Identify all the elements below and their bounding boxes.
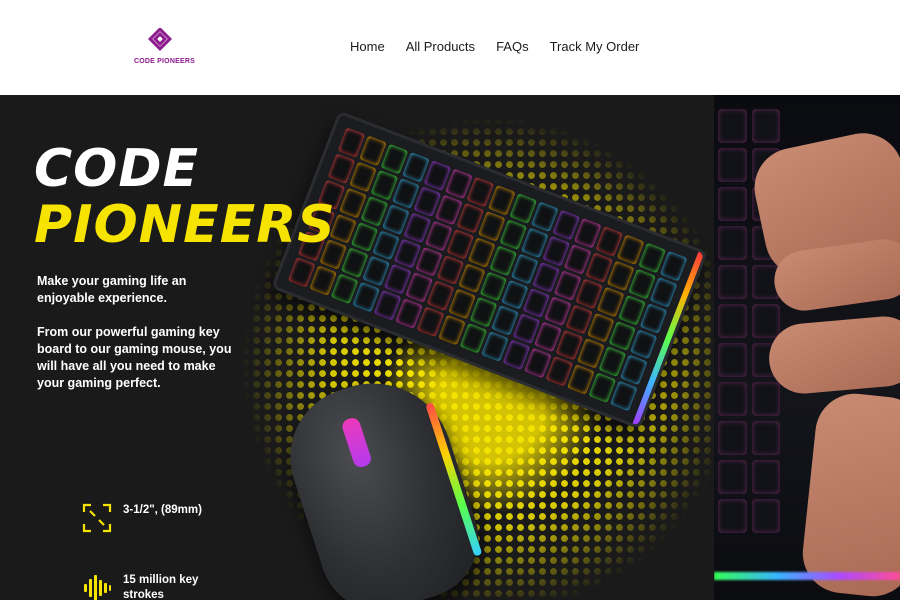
side-keycap [718,148,747,182]
hero-intro: Make your gaming life an enjoyable exper… [37,273,237,409]
hands-on-keyboard-photo [714,95,900,600]
sound-wave-icon [84,575,111,600]
hero-title-line-2: PIONEERS [34,195,336,255]
nav-track-my-order[interactable]: Track My Order [550,39,640,54]
site-header: CODE PIONEERS Home All Products FAQs Tra… [0,0,900,95]
nav-faqs[interactable]: FAQs [496,39,529,54]
logo-text: CODE PIONEERS [134,58,195,65]
side-keycap [718,226,747,260]
hero-banner: CODE PIONEERS Make your gaming life an e… [0,95,900,600]
hero-title-line-1: CODE [34,139,200,199]
nav-all-products[interactable]: All Products [406,39,475,54]
side-keycap [751,499,780,533]
spec-keystrokes-label: 15 million key strokes [123,574,199,600]
expand-icon [82,503,112,533]
side-keycap [718,343,747,377]
side-keycap [718,109,747,143]
side-keycap [718,304,747,338]
side-keycap [718,265,747,299]
side-keycap [718,499,747,533]
side-keycap [751,304,780,338]
spec-size-label: 3-1/2", (89mm) [123,504,202,516]
spec-size: 3-1/2", (89mm) [82,503,213,533]
keycap [619,354,648,386]
code-pioneers-logo-icon [147,28,173,52]
side-keycap [751,460,780,494]
side-keycap [718,187,747,221]
nav-home[interactable]: Home [350,39,385,54]
hero-intro-paragraph-2: From our powerful gaming key board to ou… [37,325,232,390]
side-keycap [751,421,780,455]
keycap [649,276,678,308]
site-logo[interactable]: CODE PIONEERS [134,28,195,68]
side-keycap [751,382,780,416]
keycap [629,328,658,360]
keycap [609,380,638,412]
keycap [639,302,668,334]
main-nav: Home All Products FAQs Track My Order [350,39,660,54]
spec-keystrokes: 15 million key strokes [82,573,213,600]
keycap [659,250,688,282]
hero-intro-paragraph-1: Make your gaming life an enjoyable exper… [37,274,187,305]
side-keycap [718,421,747,455]
side-keycap [751,109,780,143]
side-keycap [718,460,747,494]
side-keycap [718,382,747,416]
